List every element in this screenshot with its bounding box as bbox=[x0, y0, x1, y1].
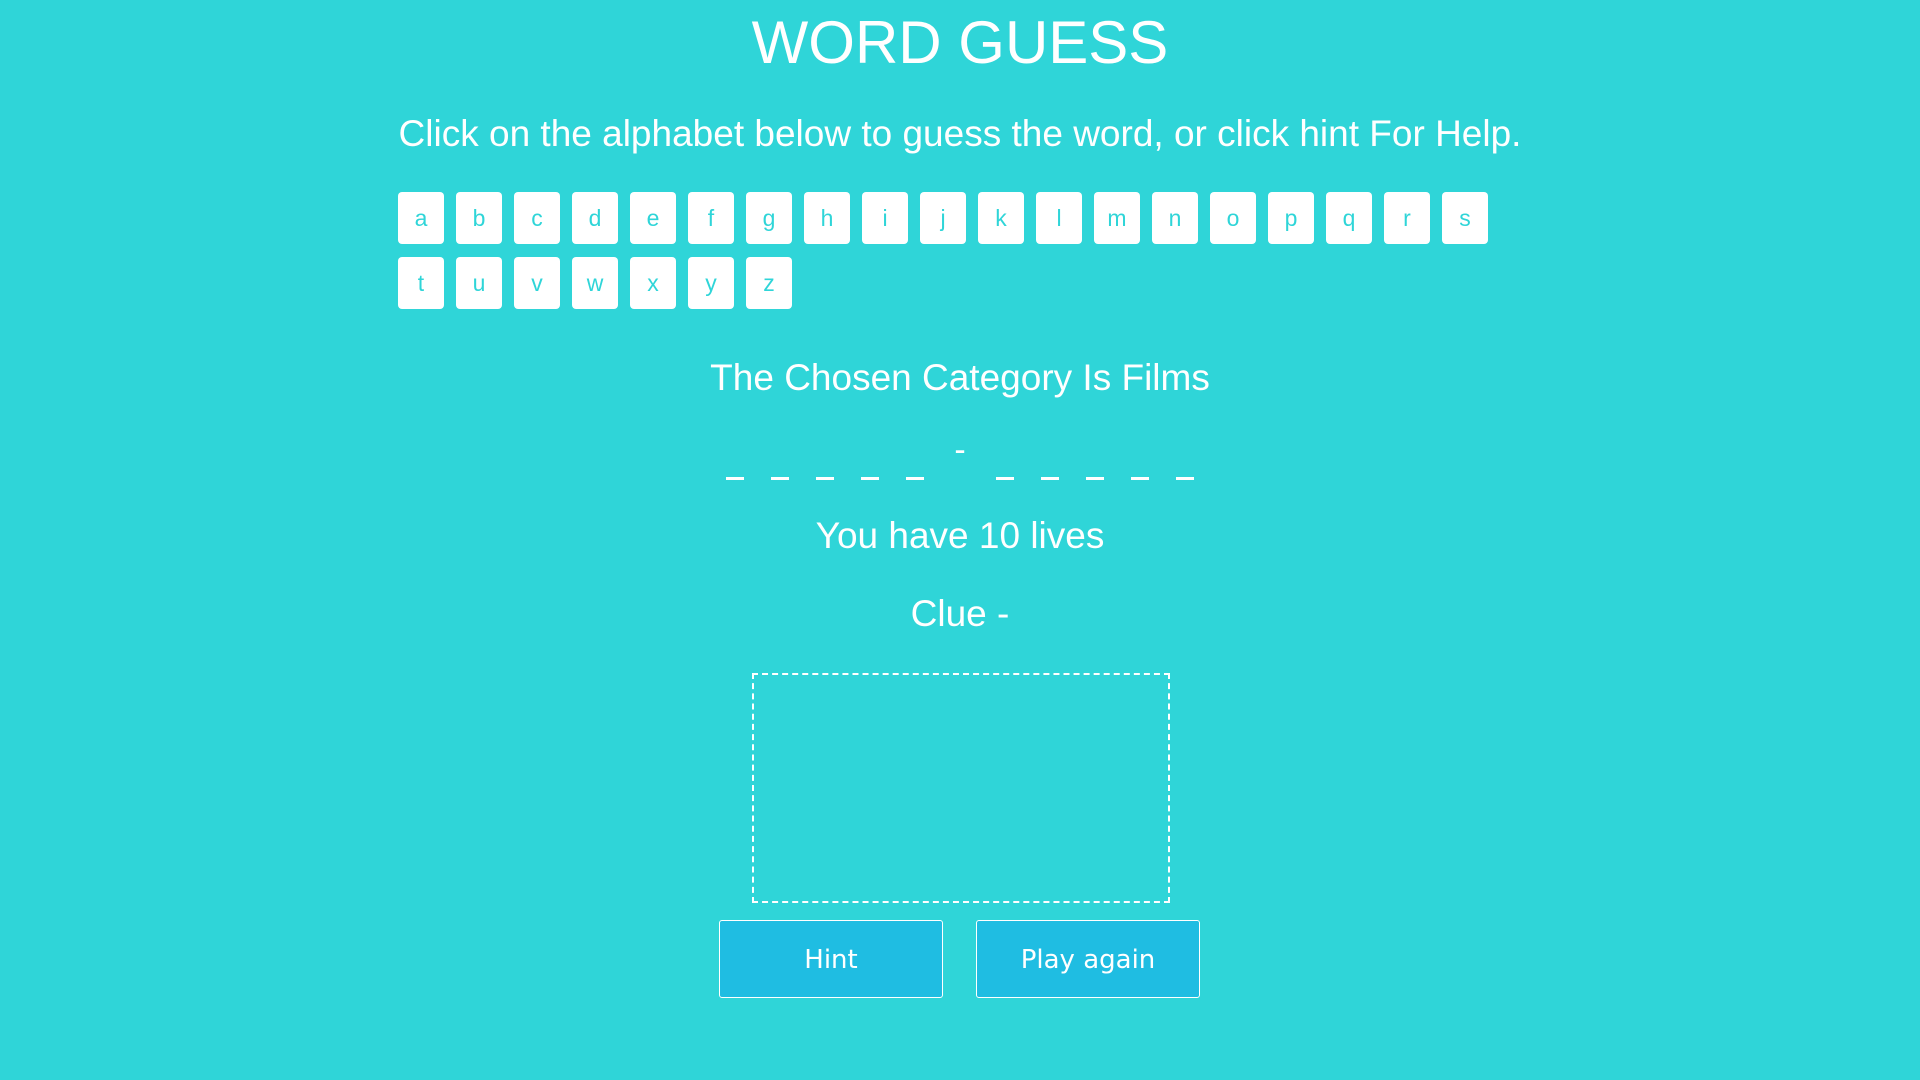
letter-key-j[interactable]: j bbox=[920, 192, 966, 244]
letter-key-k[interactable]: k bbox=[978, 192, 1024, 244]
letter-key-q[interactable]: q bbox=[1326, 192, 1372, 244]
letter-key-m[interactable]: m bbox=[1094, 192, 1140, 244]
letter-blank bbox=[1081, 432, 1109, 492]
word-blanks: - bbox=[0, 432, 1920, 492]
blank-underline bbox=[816, 477, 834, 480]
letter-key-s[interactable]: s bbox=[1442, 192, 1488, 244]
letter-blank bbox=[991, 432, 1019, 492]
letter-blank bbox=[721, 432, 749, 492]
word-separator: - bbox=[954, 431, 966, 469]
blank-underline bbox=[1131, 477, 1149, 480]
blank-underline bbox=[771, 477, 789, 480]
letter-key-i[interactable]: i bbox=[862, 192, 908, 244]
letter-key-g[interactable]: g bbox=[746, 192, 792, 244]
blank-underline bbox=[1086, 477, 1104, 480]
letter-key-f[interactable]: f bbox=[688, 192, 734, 244]
letter-key-b[interactable]: b bbox=[456, 192, 502, 244]
page-title: WORD GUESS bbox=[751, 9, 1169, 76]
letter-key-w[interactable]: w bbox=[572, 257, 618, 309]
letter-key-t[interactable]: t bbox=[398, 257, 444, 309]
letter-key-d[interactable]: d bbox=[572, 192, 618, 244]
letter-blank bbox=[856, 432, 884, 492]
letter-key-u[interactable]: u bbox=[456, 257, 502, 309]
lives-counter: You have 10 lives bbox=[815, 515, 1105, 556]
blank-underline bbox=[861, 477, 879, 480]
letter-key-p[interactable]: p bbox=[1268, 192, 1314, 244]
letter-blank bbox=[766, 432, 794, 492]
blank-underline bbox=[1176, 477, 1194, 480]
instructions-text: Click on the alphabet below to guess the… bbox=[398, 113, 1522, 154]
letter-key-r[interactable]: r bbox=[1384, 192, 1430, 244]
letter-blank bbox=[811, 432, 839, 492]
blank-underline bbox=[1041, 477, 1059, 480]
letter-key-o[interactable]: o bbox=[1210, 192, 1256, 244]
blank-underline bbox=[906, 477, 924, 480]
letter-blank bbox=[1171, 432, 1199, 492]
blank-underline bbox=[996, 477, 1014, 480]
letter-key-c[interactable]: c bbox=[514, 192, 560, 244]
letter-key-e[interactable]: e bbox=[630, 192, 676, 244]
letter-key-v[interactable]: v bbox=[514, 257, 560, 309]
hint-button[interactable]: Hint bbox=[719, 920, 943, 998]
letter-key-h[interactable]: h bbox=[804, 192, 850, 244]
blank-underline bbox=[726, 477, 744, 480]
game-page: WORD GUESS Click on the alphabet below t… bbox=[0, 0, 1920, 1080]
clue-label: Clue - bbox=[910, 593, 1010, 634]
category-label: The Chosen Category Is Films bbox=[710, 357, 1210, 398]
letter-blank bbox=[901, 432, 929, 492]
letter-blank bbox=[1036, 432, 1064, 492]
letter-key-z[interactable]: z bbox=[746, 257, 792, 309]
letter-key-y[interactable]: y bbox=[688, 257, 734, 309]
letter-key-a[interactable]: a bbox=[398, 192, 444, 244]
letter-key-l[interactable]: l bbox=[1036, 192, 1082, 244]
play-again-button[interactable]: Play again bbox=[976, 920, 1200, 998]
letter-blank bbox=[1126, 432, 1154, 492]
letter-key-x[interactable]: x bbox=[630, 257, 676, 309]
hangman-canvas bbox=[752, 673, 1170, 903]
letter-key-n[interactable]: n bbox=[1152, 192, 1198, 244]
